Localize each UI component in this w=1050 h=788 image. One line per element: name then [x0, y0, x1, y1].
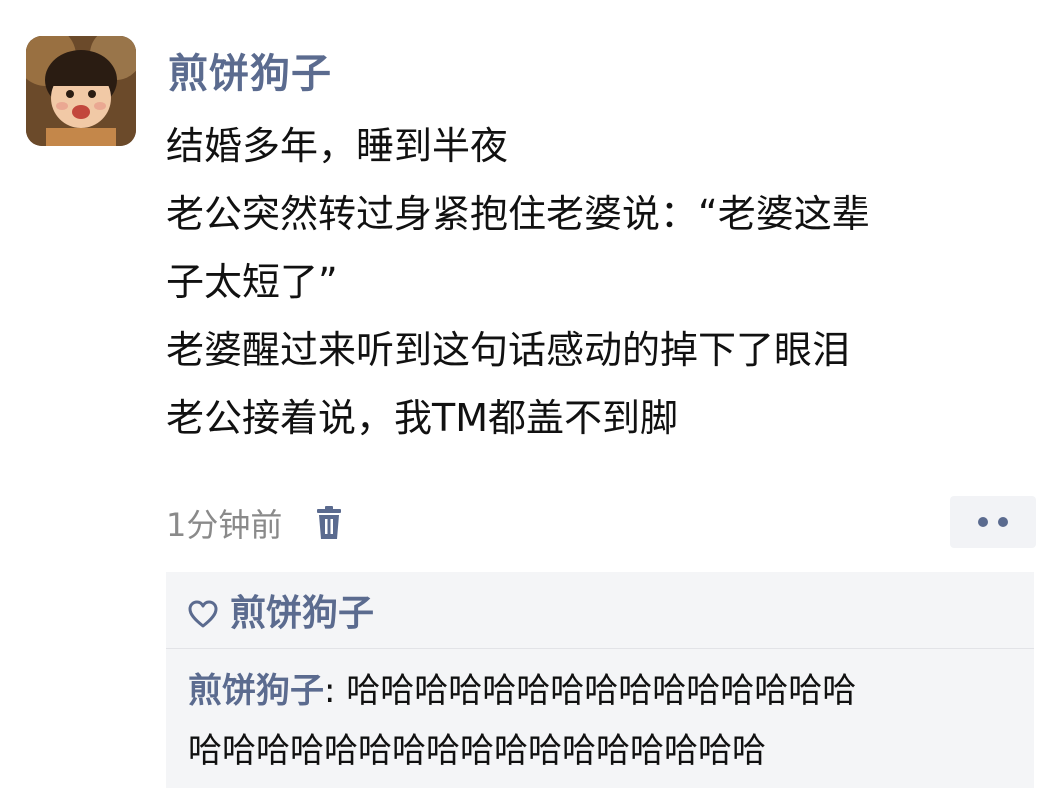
post-content-line: 老公接着说，我TM都盖不到脚: [166, 396, 678, 440]
comment-line: 煎饼狗子: 哈哈哈哈哈哈哈哈哈哈哈哈哈哈哈: [188, 661, 1012, 721]
more-options-button[interactable]: [950, 496, 1036, 548]
likes-row: 煎饼狗子: [166, 572, 1034, 648]
more-dots-icon: [998, 517, 1008, 527]
trash-icon[interactable]: [316, 506, 342, 540]
commenter-name[interactable]: 煎饼狗子: [188, 671, 324, 711]
post-content-line: 结婚多年，睡到半夜: [166, 124, 509, 168]
post-meta: 1分钟前: [166, 496, 342, 550]
interaction-panel: 煎饼狗子 煎饼狗子: 哈哈哈哈哈哈哈哈哈哈哈哈哈哈哈 哈哈哈哈哈哈哈哈哈哈哈哈哈…: [166, 572, 1034, 788]
post-content: 结婚多年，睡到半夜 老公突然转过身紧抱住老婆说：“老婆这辈 子太短了” 老婆醒过…: [166, 112, 1026, 452]
avatar[interactable]: [26, 36, 136, 146]
post-author-name[interactable]: 煎饼狗子: [168, 46, 332, 102]
more-dots-icon: [978, 517, 988, 527]
post-content-line: 老婆醒过来听到这句话感动的掉下了眼泪: [166, 328, 851, 372]
comment-separator: :: [324, 671, 347, 711]
comment-text-line-2: 哈哈哈哈哈哈哈哈哈哈哈哈哈哈哈哈哈: [188, 731, 766, 771]
post-timestamp: 1分钟前: [166, 506, 283, 544]
heart-outline-icon: [188, 596, 218, 628]
comment-item[interactable]: 煎饼狗子: 哈哈哈哈哈哈哈哈哈哈哈哈哈哈哈 哈哈哈哈哈哈哈哈哈哈哈哈哈哈哈哈哈: [166, 649, 1034, 781]
post-content-line: 子太短了”: [166, 260, 338, 304]
liker-name[interactable]: 煎饼狗子: [230, 584, 374, 636]
comment-text: 哈哈哈哈哈哈哈哈哈哈哈哈哈哈哈: [346, 671, 857, 711]
avatar-image: [26, 36, 136, 146]
post-content-line: 老公突然转过身紧抱住老婆说：“老婆这辈: [166, 192, 870, 236]
